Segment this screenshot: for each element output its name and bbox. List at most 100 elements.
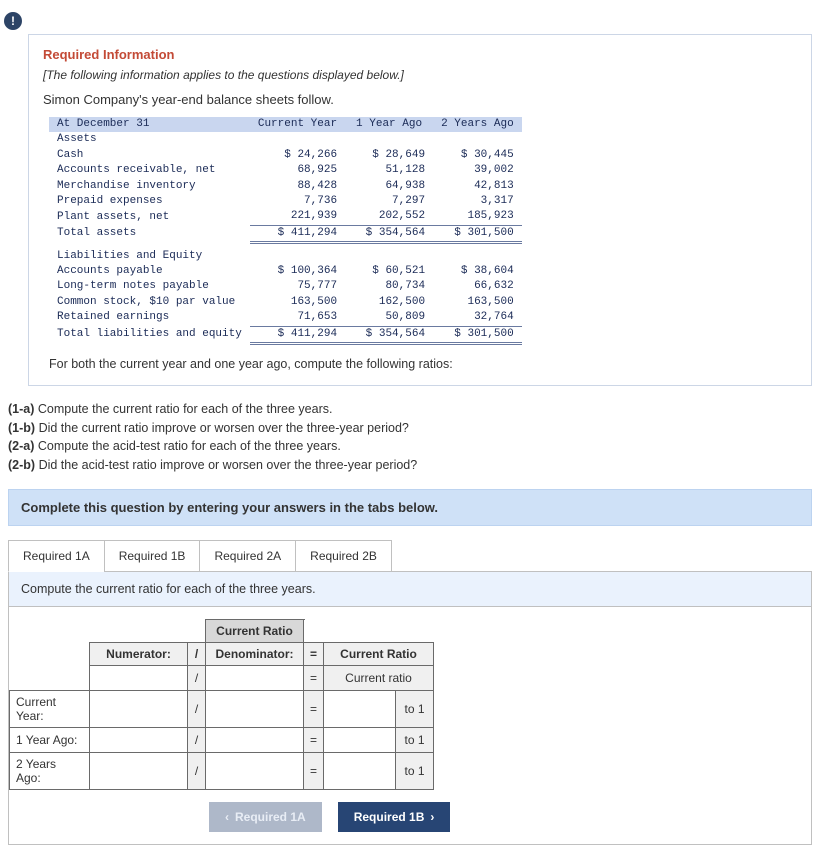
cash-cy: $ 24,266: [250, 148, 345, 163]
ap-y1: $ 60,521: [345, 264, 433, 279]
ar-cy: 68,925: [250, 163, 345, 178]
row-cash-label: Cash: [49, 148, 250, 163]
cash-y1: $ 28,649: [345, 148, 433, 163]
tle-y2: $ 301,500: [433, 326, 522, 343]
cr-label-right: Current ratio: [324, 665, 434, 690]
to1-cy: to 1: [396, 690, 434, 727]
ltn-y1: 80,734: [345, 279, 433, 294]
compute-instruction: For both the current year and one year a…: [49, 357, 797, 371]
pre-y1: 7,297: [345, 194, 433, 209]
row-ltn-label: Long-term notes payable: [49, 279, 250, 294]
ta-y2: $ 301,500: [433, 225, 522, 242]
prev-button-label: Required 1A: [235, 810, 306, 824]
tab-required-2a[interactable]: Required 2A: [199, 540, 296, 572]
ar-y1: 51,128: [345, 163, 433, 178]
row-total-le-label: Total liabilities and equity: [49, 326, 250, 343]
row-ar-label: Accounts receivable, net: [49, 163, 250, 178]
balance-sheet-table: At December 31 Current Year 1 Year Ago 2…: [49, 117, 522, 345]
slash-cy: /: [188, 690, 206, 727]
q1a-tag: (1-a): [8, 402, 38, 416]
result-y1-input[interactable]: [330, 732, 389, 748]
pre-cy: 7,736: [250, 194, 345, 209]
ap-cy: $ 100,364: [250, 264, 345, 279]
row-y2-label: 2 Years Ago:: [10, 752, 90, 789]
numerator-header: Numerator:: [90, 642, 188, 665]
applies-note: [The following information applies to th…: [43, 68, 797, 82]
cash-y2: $ 30,445: [433, 148, 522, 163]
to1-y1: to 1: [396, 727, 434, 752]
q2a-text: Compute the acid-test ratio for each of …: [38, 439, 341, 453]
slash-y2: /: [188, 752, 206, 789]
row-cs-label: Common stock, $10 par value: [49, 295, 250, 310]
next-button[interactable]: Required 1B ›: [338, 802, 451, 832]
row-ap-label: Accounts payable: [49, 264, 250, 279]
eq-header: =: [304, 642, 324, 665]
chevron-left-icon: ‹: [225, 810, 229, 824]
q1a-text: Compute the current ratio for each of th…: [38, 402, 333, 416]
result-cy-input[interactable]: [330, 701, 389, 717]
numerator-category-input[interactable]: [96, 670, 181, 686]
required-title: Required Information: [43, 47, 797, 62]
tab-required-2b[interactable]: Required 2B: [295, 540, 392, 572]
tab-required-1b[interactable]: Required 1B: [104, 540, 201, 572]
intro-text: Simon Company's year-end balance sheets …: [43, 92, 797, 107]
complete-instruction-bar: Complete this question by entering your …: [8, 489, 812, 526]
col-current-year: Current Year: [250, 117, 345, 132]
tab-strip: Required 1A Required 1B Required 2A Requ…: [8, 540, 812, 572]
re-cy: 71,653: [250, 310, 345, 326]
row-cy-label: Current Year:: [10, 690, 90, 727]
ta-y1: $ 354,564: [345, 225, 433, 242]
denominator-y2-input[interactable]: [212, 763, 297, 779]
row-pre-label: Prepaid expenses: [49, 194, 250, 209]
denominator-category-input[interactable]: [212, 670, 297, 686]
q2b-text: Did the acid-test ratio improve or worse…: [39, 458, 418, 472]
re-y2: 32,764: [433, 310, 522, 326]
col-2yr: 2 Years Ago: [433, 117, 522, 132]
required-information-box: Required Information [The following info…: [28, 34, 812, 386]
plant-cy: 221,939: [250, 209, 345, 225]
result-y2-input[interactable]: [330, 763, 389, 779]
inv-y1: 64,938: [345, 179, 433, 194]
tle-y1: $ 354,564: [345, 326, 433, 343]
cs-cy: 163,500: [250, 295, 345, 310]
q2a-tag: (2-a): [8, 439, 38, 453]
re-y1: 50,809: [345, 310, 433, 326]
q1b-tag: (1-b): [8, 421, 39, 435]
numerator-cy-input[interactable]: [96, 701, 181, 717]
tle-cy: $ 411,294: [250, 326, 345, 343]
assets-section-label: Assets: [49, 132, 250, 147]
denominator-y1-input[interactable]: [212, 732, 297, 748]
liab-section-label: Liabilities and Equity: [49, 249, 250, 264]
ltn-cy: 75,777: [250, 279, 345, 294]
row-total-assets-label: Total assets: [49, 225, 250, 242]
plant-y1: 202,552: [345, 209, 433, 225]
slash-header: /: [188, 642, 206, 665]
q2b-tag: (2-b): [8, 458, 39, 472]
row-re-label: Retained earnings: [49, 310, 250, 326]
col-1yr: 1 Year Ago: [345, 117, 433, 132]
ta-cy: $ 411,294: [250, 225, 345, 242]
cr-header-right: Current Ratio: [324, 642, 434, 665]
slash-y1: /: [188, 727, 206, 752]
numerator-y1-input[interactable]: [96, 732, 181, 748]
numerator-y2-input[interactable]: [96, 763, 181, 779]
tab-required-1a[interactable]: Required 1A: [8, 540, 105, 572]
next-button-label: Required 1B: [354, 810, 425, 824]
q1b-text: Did the current ratio improve or worsen …: [39, 421, 409, 435]
row-y1-label: 1 Year Ago:: [10, 727, 90, 752]
eq-y1: =: [304, 727, 324, 752]
inv-cy: 88,428: [250, 179, 345, 194]
chevron-right-icon: ›: [430, 810, 434, 824]
panel-instruction: Compute the current ratio for each of th…: [9, 572, 811, 607]
current-ratio-table: Current Ratio Numerator: / Denominator: …: [9, 619, 434, 790]
answer-panel: Compute the current ratio for each of th…: [8, 571, 812, 845]
prev-button[interactable]: ‹ Required 1A: [209, 802, 322, 832]
slash-1: /: [188, 665, 206, 690]
inv-y2: 42,813: [433, 179, 522, 194]
to1-y2: to 1: [396, 752, 434, 789]
current-ratio-header: Current Ratio: [206, 619, 304, 642]
eq-1: =: [304, 665, 324, 690]
row-inv-label: Merchandise inventory: [49, 179, 250, 194]
denominator-cy-input[interactable]: [212, 701, 297, 717]
row-plant-label: Plant assets, net: [49, 209, 250, 225]
